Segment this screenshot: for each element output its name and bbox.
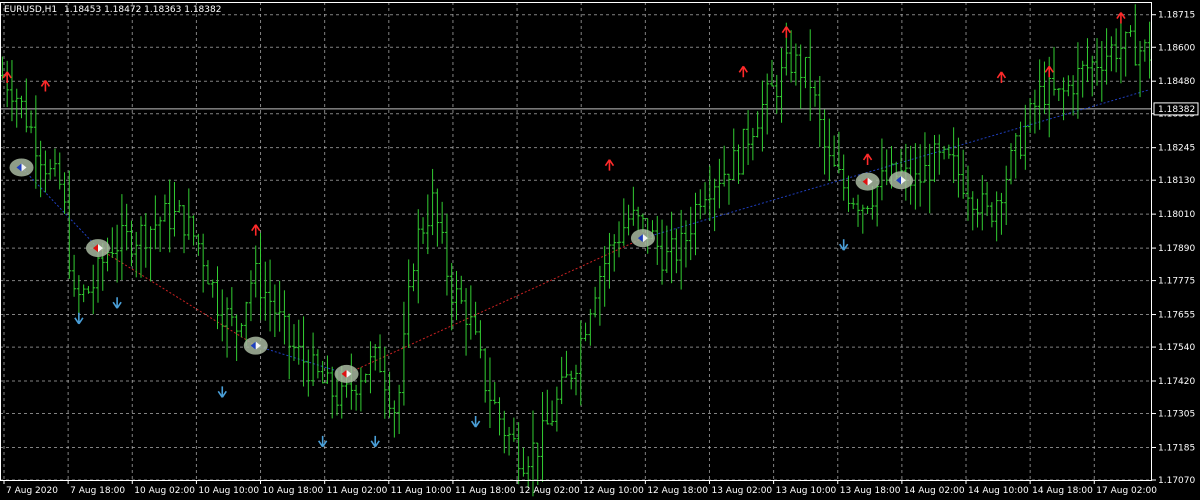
- price-tick-label: 1.17775: [1158, 277, 1195, 287]
- price-tick-label: 1.17890: [1158, 244, 1195, 254]
- price-tick-label: 1.17540: [1158, 343, 1195, 353]
- price-tick-label: 1.17655: [1158, 311, 1195, 321]
- price-tick-label: 1.18130: [1158, 176, 1195, 186]
- time-tick-label: 11 Aug 02:00: [327, 486, 388, 496]
- signal-marker[interactable]: [243, 336, 268, 355]
- price-chart[interactable]: 1.187151.186001.184801.183651.182451.181…: [0, 0, 1200, 500]
- price-tick-label: 1.18010: [1158, 210, 1195, 220]
- chart-canvas[interactable]: 1.187151.186001.184801.183651.182451.181…: [0, 0, 1200, 500]
- signal-marker[interactable]: [889, 171, 914, 190]
- time-tick-label: 14 Aug 02:00: [904, 486, 965, 496]
- time-tick-label: 11 Aug 10:00: [391, 486, 452, 496]
- time-tick-label: 7 Aug 2020: [6, 486, 58, 496]
- time-tick-label: 11 Aug 18:00: [455, 486, 516, 496]
- time-tick-label: 17 Aug 02:00: [1096, 486, 1157, 496]
- time-tick-label: 14 Aug 18:00: [1032, 486, 1093, 496]
- price-tick-label: 1.18600: [1158, 43, 1195, 53]
- time-tick-label: 10 Aug 10:00: [198, 486, 259, 496]
- price-tick-label: 1.17070: [1158, 476, 1195, 486]
- chart-header-symbol: EURUSD,H1: [4, 5, 57, 15]
- price-tick-label: 1.18245: [1158, 144, 1195, 154]
- chart-background: [0, 0, 1200, 500]
- signal-marker[interactable]: [9, 158, 34, 177]
- price-tick-label: 1.17420: [1158, 377, 1195, 387]
- price-tick-label: 1.18480: [1158, 77, 1195, 87]
- time-tick-label: 13 Aug 10:00: [776, 486, 837, 496]
- time-tick-label: 13 Aug 02:00: [711, 486, 772, 496]
- signal-marker[interactable]: [855, 172, 880, 191]
- current-price-label: 1.18382: [1158, 105, 1195, 115]
- time-tick-label: 14 Aug 10:00: [968, 486, 1029, 496]
- time-tick-label: 7 Aug 18:00: [70, 486, 125, 496]
- signal-marker[interactable]: [334, 364, 359, 383]
- price-tick-label: 1.18715: [1158, 11, 1195, 21]
- signal-marker[interactable]: [85, 239, 110, 258]
- time-tick-label: 12 Aug 18:00: [647, 486, 708, 496]
- time-tick-label: 13 Aug 18:00: [840, 486, 901, 496]
- time-tick-label: 10 Aug 02:00: [134, 486, 195, 496]
- chart-header-ohlc: 1.18453 1.18472 1.18363 1.18382: [64, 5, 221, 15]
- signal-marker[interactable]: [630, 229, 655, 248]
- price-tick-label: 1.17185: [1158, 443, 1195, 453]
- time-tick-label: 12 Aug 10:00: [583, 486, 644, 496]
- time-tick-label: 12 Aug 02:00: [519, 486, 580, 496]
- time-tick-label: 10 Aug 18:00: [263, 486, 324, 496]
- price-tick-label: 1.17305: [1158, 410, 1195, 420]
